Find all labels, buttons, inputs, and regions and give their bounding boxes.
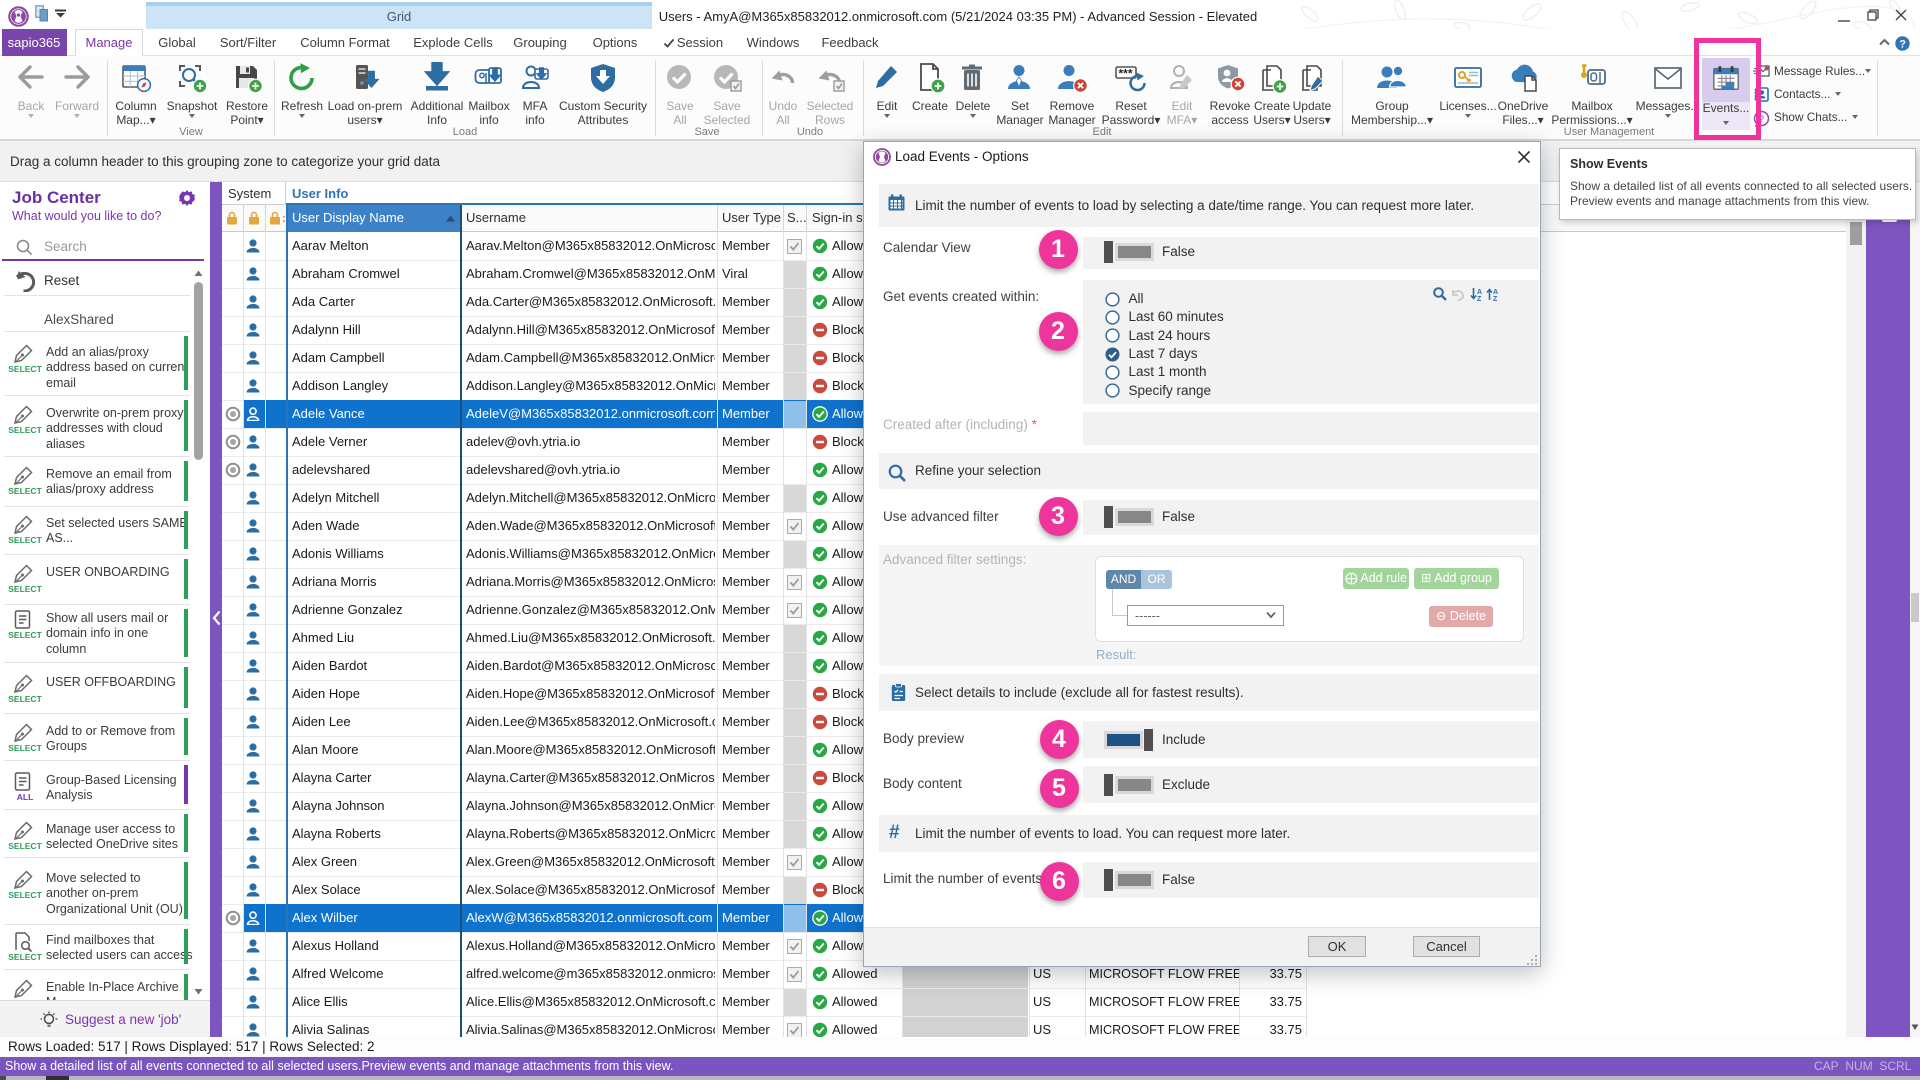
svg-text:A: A <box>1493 289 1498 296</box>
svg-text:?: ? <box>1899 39 1906 51</box>
svg-text:Z: Z <box>1493 296 1498 301</box>
svg-text:A: A <box>1477 289 1482 296</box>
svg-text:Z: Z <box>1477 296 1482 301</box>
